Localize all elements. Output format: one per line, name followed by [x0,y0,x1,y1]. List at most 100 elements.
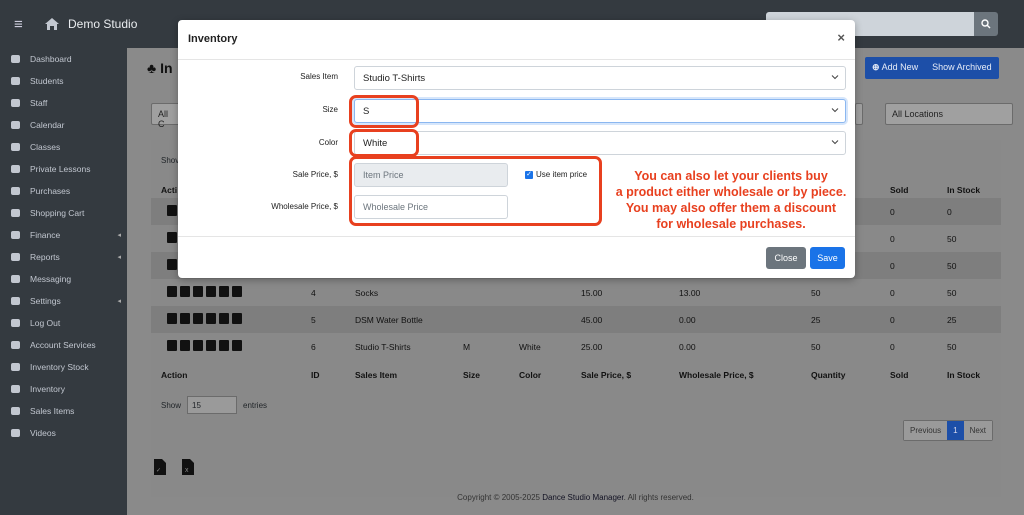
sidebar-item-label: Finance [30,230,61,240]
gear-icon [10,296,22,306]
sidebar-item-shopping-cart[interactable]: Shopping Cart [0,202,127,224]
dollar-icon [10,230,22,240]
sidebar-item-private-lessons[interactable]: Private Lessons [0,158,127,180]
private-lessons-icon [10,164,22,174]
bag-icon[interactable] [206,340,216,351]
sidebar-item-purchases[interactable]: Purchases [0,180,127,202]
sales-item-label: Sales Item [300,72,338,81]
column-header: Sale Price, $ [581,370,632,380]
students-icon [10,76,22,86]
sidebar-item-videos[interactable]: Videos [0,422,127,444]
sidebar-item-staff[interactable]: Staff [0,92,127,114]
color-select[interactable]: White [354,131,846,155]
save-button[interactable]: Save [810,247,845,269]
sidebar-item-label: Classes [30,142,61,152]
layers-icon[interactable] [193,286,203,297]
export-icons: ✓ x [153,458,195,476]
pagination-previous[interactable]: Previous [904,421,948,440]
row-actions [167,205,177,216]
sidebar-item-label: Staff [30,98,48,108]
size-highlight [349,95,419,128]
filter-dropdown-chevron[interactable] [855,103,863,125]
row-actions [167,259,177,270]
brand-name[interactable]: Demo Studio [68,17,137,31]
column-header-in-stock: In Stock [947,185,981,195]
edit-icon[interactable] [167,286,177,297]
copy-icon[interactable] [219,286,229,297]
sidebar-item-students[interactable]: Students [0,70,127,92]
footer-brand-link[interactable]: Dance Studio Manager [542,493,623,502]
plus-icon[interactable] [180,340,190,351]
chevron-left-icon: ◂ [117,298,121,305]
cell-sold: 0 [890,342,895,352]
cell-sold: 0 [890,207,895,217]
row-actions [167,340,242,351]
close-button[interactable]: Close [766,247,806,269]
cell-sale-price: 25.00 [581,342,603,352]
sidebar-item-label: Messaging [30,274,72,284]
chevron-down-icon [831,140,839,145]
edit-icon[interactable] [167,232,177,243]
sidebar-item-classes[interactable]: Classes [0,136,127,158]
cell-sales-item: Studio T-Shirts [355,342,411,352]
copy-icon[interactable] [219,340,229,351]
sidebar-item-reports[interactable]: Reports ◂ [0,246,127,268]
add-new-button[interactable]: ⊕ Add New [865,57,925,79]
cell-quantity: 50 [811,288,821,298]
purchases-icon [10,186,22,196]
plus-icon[interactable] [180,313,190,324]
locations-filter[interactable]: All Locations [885,103,1013,125]
page-title: ♣ In [147,60,173,76]
sidebar-item-account-services[interactable]: Account Services [0,334,127,356]
search-button[interactable] [974,12,998,36]
footer: Copyright © 2005-2025 Dance Studio Manag… [457,493,694,502]
sidebar-item-label: Calendar [30,120,65,130]
chevron-left-icon: ◂ [117,254,121,261]
sidebar-item-finance[interactable]: Finance ◂ [0,224,127,246]
category-filter[interactable]: All C [151,103,181,129]
modal-footer [178,236,855,278]
sidebar-item-sales-items[interactable]: Sales Items [0,400,127,422]
sidebar-item-inventory-stock[interactable]: Inventory Stock [0,356,127,378]
sidebar-item-inventory[interactable]: Inventory [0,378,127,400]
search-icon [981,19,991,29]
close-icon[interactable]: × [837,30,845,45]
size-select[interactable]: S [354,99,846,123]
sidebar-item-messaging[interactable]: Messaging [0,268,127,290]
pdf-export-icon[interactable]: ✓ [153,458,167,476]
sidebar-item-calendar[interactable]: Calendar [0,114,127,136]
bag-icon[interactable] [206,313,216,324]
edit-icon[interactable] [167,313,177,324]
size-label: Size [322,105,338,114]
edit-icon[interactable] [167,340,177,351]
envelope-icon [10,274,22,284]
sidebar-item-label: Log Out [30,318,61,328]
edit-icon[interactable] [167,205,177,216]
hamburger-menu-icon[interactable]: ≡ [14,16,32,33]
plus-icon[interactable] [180,286,190,297]
pagination-next[interactable]: Next [963,421,993,440]
sidebar-item-label: Reports [30,252,60,262]
sidebar-item-label: Account Services [30,340,96,350]
sidebar-item-log-out[interactable]: Log Out [0,312,127,334]
trash-icon[interactable] [232,286,242,297]
copy-icon[interactable] [219,313,229,324]
edit-icon[interactable] [167,259,177,270]
row-actions [167,313,242,324]
trash-icon[interactable] [232,313,242,324]
sales-item-select[interactable]: Studio T-Shirts [354,66,846,90]
plus-circle-icon: ⊕ [872,62,880,72]
entries-select[interactable]: 15 [187,396,238,414]
home-icon[interactable] [44,16,60,32]
chevron-left-icon: ◂ [117,232,121,239]
layers-icon[interactable] [193,313,203,324]
sidebar-item-dashboard[interactable]: Dashboard [0,48,127,70]
pagination-page-1[interactable]: 1 [947,421,964,440]
cell-sold: 0 [890,315,895,325]
show-archived-button[interactable]: Show Archived [925,57,999,79]
layers-icon[interactable] [193,340,203,351]
bag-icon[interactable] [206,286,216,297]
sidebar-item-settings[interactable]: Settings ◂ [0,290,127,312]
trash-icon[interactable] [232,340,242,351]
excel-export-icon[interactable]: x [181,458,195,476]
